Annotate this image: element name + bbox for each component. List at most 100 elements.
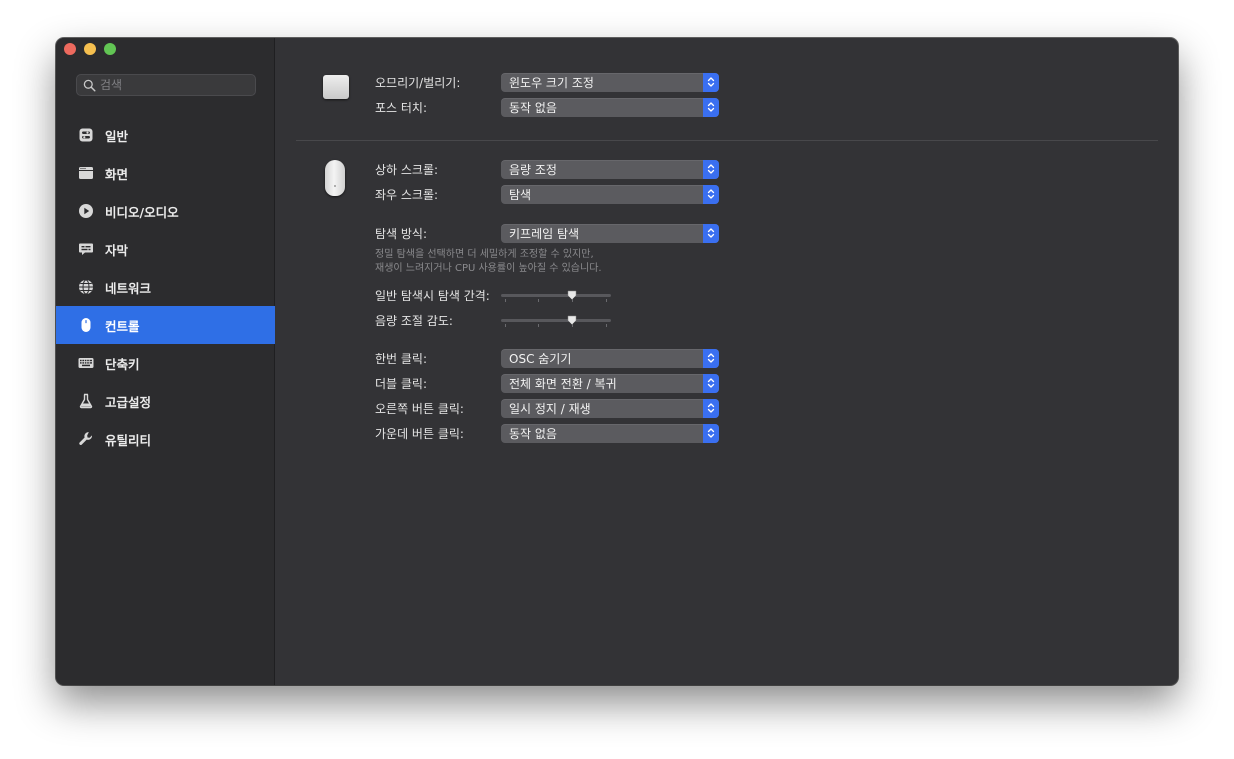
right-click-select-value: 일시 정지 / 재생 (509, 401, 591, 416)
double-click-label: 더블 클릭: (375, 376, 428, 391)
subtitles-icon (78, 241, 94, 257)
sidebar-item-label: 고급설정 (105, 394, 152, 410)
updown-chevron-icon (703, 348, 719, 368)
seek-interval-label: 일반 탐색시 탐색 간격: (375, 288, 490, 303)
updown-chevron-icon (703, 223, 719, 243)
middle-click-select[interactable]: 동작 없음 (501, 423, 719, 443)
sidebar-item-utilities[interactable]: 유틸리티 (56, 420, 275, 458)
slider-thumb[interactable] (567, 315, 577, 325)
double-click-select-value: 전체 화면 전환 / 복귀 (509, 376, 617, 391)
right-click-label: 오른쪽 버튼 클릭: (375, 401, 464, 416)
horizontal-scroll-select[interactable]: 탐색 (501, 184, 719, 204)
sidebar-item-general[interactable]: 일반 (56, 116, 275, 154)
pinch-select[interactable]: 윈도우 크기 조정 (501, 72, 719, 92)
seek-mode-select-value: 키프레임 탐색 (509, 226, 580, 241)
updown-chevron-icon (703, 97, 719, 117)
single-click-label: 한번 클릭: (375, 351, 428, 366)
double-click-select[interactable]: 전체 화면 전환 / 복귀 (501, 373, 719, 393)
keyboard-icon (78, 355, 94, 371)
right-click-row: 오른쪽 버튼 클릭: 일시 정지 / 재생 (375, 398, 719, 418)
force-touch-select-value: 동작 없음 (509, 100, 557, 115)
slider-tick (505, 324, 506, 327)
minimize-window-button[interactable] (84, 43, 96, 55)
hint-line: 정밀 탐색을 선택하면 더 세밀하게 조정할 수 있지만, (375, 249, 594, 260)
seek-mode-row: 탐색 방식: 키프레임 탐색 (375, 223, 719, 243)
display-icon (78, 165, 94, 181)
double-click-row: 더블 클릭: 전체 화면 전환 / 복귀 (375, 373, 719, 393)
sidebar-item-network[interactable]: 네트워크 (56, 268, 275, 306)
seek-mode-select[interactable]: 키프레임 탐색 (501, 223, 719, 243)
globe-icon (78, 279, 94, 295)
control-settings-pane: 오므리기/벌리기: 윈도우 크기 조정 포스 터치: 동작 없음 상하 스크롤:… (276, 38, 1178, 685)
sidebar-item-label: 유틸리티 (105, 432, 152, 448)
vertical-scroll-label: 상하 스크롤: (375, 162, 439, 177)
play-icon (78, 203, 94, 219)
sidebar-item-label: 단축키 (105, 356, 140, 372)
sidebar-item-display[interactable]: 화면 (56, 154, 275, 192)
single-click-row: 한번 클릭: OSC 숨기기 (375, 348, 719, 368)
single-click-select[interactable]: OSC 숨기기 (501, 348, 719, 368)
general-icon (78, 127, 94, 143)
volume-sensitivity-label: 음량 조절 감도: (375, 313, 453, 328)
search-input[interactable] (100, 78, 250, 92)
updown-chevron-icon (703, 398, 719, 418)
sidebar-item-label: 화면 (105, 166, 129, 182)
sidebar-item-control[interactable]: 컨트롤 (56, 306, 275, 344)
close-window-button[interactable] (64, 43, 76, 55)
single-click-select-value: OSC 숨기기 (509, 351, 572, 366)
trackpad-icon (323, 75, 349, 99)
sidebar-item-label: 비디오/오디오 (105, 204, 179, 220)
slider-tick (505, 299, 506, 302)
horizontal-scroll-row: 좌우 스크롤: 탐색 (375, 184, 719, 204)
volume-sensitivity-slider[interactable] (501, 310, 611, 330)
sidebar-item-advanced[interactable]: 고급설정 (56, 382, 275, 420)
seek-mode-label: 탐색 방식: (375, 226, 428, 241)
slider-track (501, 319, 611, 322)
slider-thumb[interactable] (567, 290, 577, 300)
sidebar-item-label: 자막 (105, 242, 129, 258)
slider-tick (538, 324, 539, 327)
updown-chevron-icon (703, 373, 719, 393)
force-touch-select[interactable]: 동작 없음 (501, 97, 719, 117)
sidebar-item-label: 네트워크 (105, 280, 152, 296)
slider-tick (538, 299, 539, 302)
pinch-select-value: 윈도우 크기 조정 (509, 75, 594, 90)
search-field[interactable] (76, 74, 256, 96)
zoom-window-button[interactable] (104, 43, 116, 55)
preferences-window: 일반 화면 비디오/오디오 자막 (56, 38, 1178, 685)
sidebar: 일반 화면 비디오/오디오 자막 (56, 38, 275, 685)
slider-track (501, 294, 611, 297)
mouse-icon (78, 317, 94, 333)
search-icon (83, 79, 96, 92)
sidebar-item-subtitles[interactable]: 자막 (56, 230, 275, 268)
vertical-scroll-select-value: 음량 조정 (509, 162, 557, 177)
middle-click-label: 가운데 버튼 클릭: (375, 426, 464, 441)
flask-icon (78, 393, 94, 409)
horizontal-scroll-select-value: 탐색 (509, 187, 532, 202)
pinch-label: 오므리기/벌리기: (375, 75, 461, 90)
updown-chevron-icon (703, 72, 719, 92)
slider-tick (606, 324, 607, 327)
right-click-select[interactable]: 일시 정지 / 재생 (501, 398, 719, 418)
window-controls (64, 43, 116, 55)
force-touch-label: 포스 터치: (375, 100, 428, 115)
updown-chevron-icon (703, 184, 719, 204)
mouse-device-icon (325, 160, 345, 196)
vertical-scroll-select[interactable]: 음량 조정 (501, 159, 719, 179)
hint-line: 재생이 느려지거나 CPU 사용률이 높아질 수 있습니다. (375, 263, 602, 274)
volume-sensitivity-row: 음량 조절 감도: (375, 310, 611, 330)
seek-interval-slider[interactable] (501, 285, 611, 305)
updown-chevron-icon (703, 423, 719, 443)
slider-tick (606, 299, 607, 302)
sidebar-item-video-audio[interactable]: 비디오/오디오 (56, 192, 275, 230)
vertical-scroll-row: 상하 스크롤: 음량 조정 (375, 159, 719, 179)
seek-interval-row: 일반 탐색시 탐색 간격: (375, 285, 611, 305)
middle-click-row: 가운데 버튼 클릭: 동작 없음 (375, 423, 719, 443)
section-divider (296, 140, 1158, 141)
force-touch-row: 포스 터치: 동작 없음 (375, 97, 719, 117)
seek-mode-hint: 정밀 탐색을 선택하면 더 세밀하게 조정할 수 있지만, 재생이 느려지거나 … (375, 248, 602, 276)
middle-click-select-value: 동작 없음 (509, 426, 557, 441)
sidebar-item-shortcuts[interactable]: 단축키 (56, 344, 275, 382)
horizontal-scroll-label: 좌우 스크롤: (375, 187, 439, 202)
wrench-icon (78, 431, 94, 447)
